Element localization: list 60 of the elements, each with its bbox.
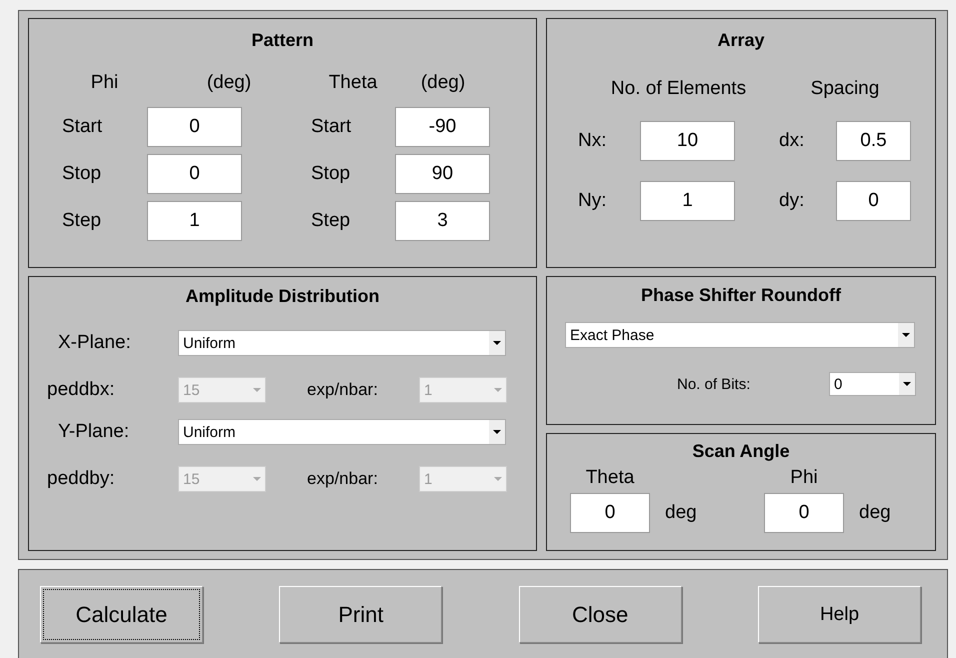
field-label: Start	[311, 116, 352, 138]
panel-title: Amplitude Distribution	[184, 286, 380, 307]
dropdown[interactable]: 0	[829, 372, 916, 396]
field-label: Ny:	[578, 190, 608, 212]
field-label: Step	[311, 210, 352, 232]
dialog-button[interactable]: Help	[758, 586, 921, 643]
input-field[interactable]: 0	[836, 181, 911, 221]
field-label: peddby:	[46, 468, 116, 490]
dialog-button[interactable]: Close	[518, 586, 682, 643]
field-label: dy:	[779, 190, 806, 212]
input-field[interactable]: 90	[395, 154, 490, 194]
panel-title: Scan Angle	[691, 441, 791, 462]
field-label: peddbx:	[46, 379, 116, 401]
input-field[interactable]: 1	[147, 200, 242, 240]
unit-label: deg	[665, 502, 697, 524]
field-label: exp/nbar:	[306, 380, 379, 400]
caret-icon	[494, 388, 502, 392]
field-label: Stop	[62, 162, 102, 184]
caret-icon	[902, 333, 910, 337]
dropdown[interactable]: Uniform	[178, 419, 506, 445]
caret-icon	[493, 430, 501, 434]
unit-label: deg	[859, 502, 891, 524]
field-label: X-Plane:	[57, 332, 132, 354]
field-label: Nx:	[578, 130, 608, 152]
panel-title: Phase Shifter Roundoff	[640, 285, 842, 306]
field-label: Step	[62, 210, 102, 232]
input-field[interactable]: -90	[395, 106, 490, 146]
unit-label: (deg)	[206, 72, 252, 94]
caret-icon	[494, 477, 502, 481]
unit-label: (deg)	[420, 72, 466, 94]
input-field[interactable]: 10	[640, 121, 735, 161]
input-field[interactable]: 0	[147, 154, 242, 194]
dropdown[interactable]: Exact Phase	[565, 322, 915, 348]
field-label: Y-Plane:	[57, 421, 130, 443]
caret-icon	[903, 382, 911, 386]
input-field[interactable]: 0	[764, 493, 844, 533]
field-label: Phi	[789, 467, 819, 489]
column-header: Spacing	[810, 78, 880, 100]
column-header: Phi	[90, 72, 120, 94]
column-header: Theta	[328, 72, 378, 94]
field-label: Theta	[584, 467, 636, 489]
caret-icon	[253, 388, 261, 392]
caret-icon	[493, 341, 501, 345]
field-label: dx:	[779, 130, 806, 152]
dialog-button[interactable]: Calculate	[40, 586, 203, 643]
dialog-button[interactable]: Print	[279, 586, 442, 643]
dropdown[interactable]: Uniform	[178, 330, 506, 356]
input-field[interactable]: 0	[147, 106, 242, 146]
field-label: Start	[62, 116, 104, 138]
input-field[interactable]: 3	[395, 200, 490, 240]
panel-title: Array	[716, 30, 766, 51]
panel-title: Pattern	[250, 30, 314, 51]
input-field[interactable]: 0	[570, 493, 650, 533]
column-header: No. of Elements	[610, 78, 748, 100]
caret-icon	[253, 477, 261, 481]
field-label: No. of Bits:	[676, 376, 752, 392]
field-label: exp/nbar:	[306, 469, 379, 489]
input-field[interactable]: 1	[640, 181, 735, 221]
input-field[interactable]: 0.5	[836, 121, 911, 161]
field-label: Stop	[311, 162, 352, 184]
